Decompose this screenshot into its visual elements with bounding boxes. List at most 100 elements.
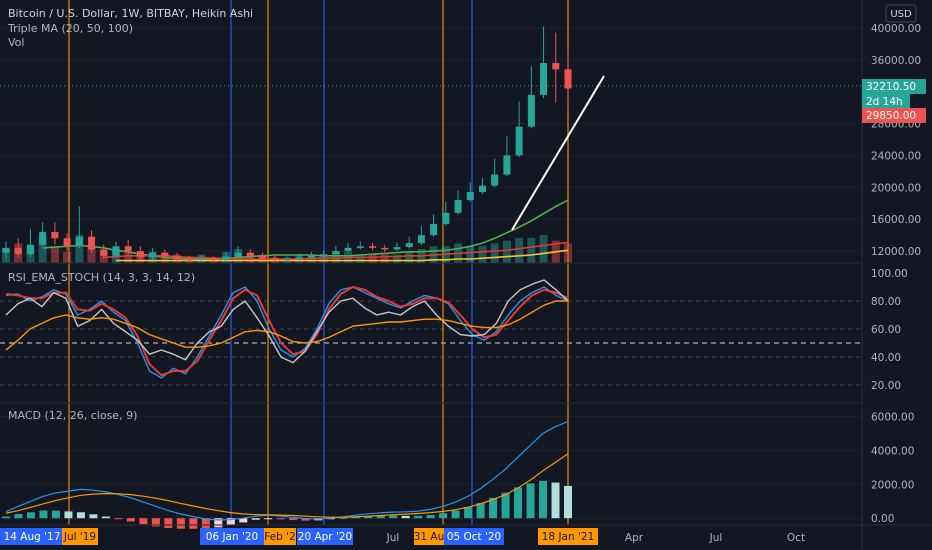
- volume-bar: [502, 240, 511, 263]
- macd-histogram-bar: [251, 518, 260, 520]
- candle-body: [100, 249, 108, 256]
- trend-line-drawing[interactable]: [511, 75, 605, 231]
- macd-histogram-bar: [126, 518, 135, 522]
- candle-body: [552, 62, 560, 70]
- candle-body: [246, 252, 254, 256]
- volume-bar: [490, 243, 499, 263]
- candle-body: [295, 257, 303, 260]
- currency-button[interactable]: USD: [885, 4, 917, 23]
- macd-panel-title[interactable]: MACD (12, 26, close, 9): [8, 409, 137, 422]
- time-tick-label: Jul: [709, 532, 723, 544]
- candle-body: [124, 246, 132, 252]
- volume-bar: [466, 246, 475, 263]
- candle-body: [63, 238, 71, 247]
- candle-body: [491, 174, 499, 186]
- candle-body: [332, 251, 340, 255]
- macd-histogram-bar: [176, 518, 185, 529]
- macd-histogram-bar: [539, 480, 548, 519]
- macd-histogram-bar: [276, 518, 285, 520]
- ma20-line: [42, 199, 569, 260]
- time-marker-label: 05 Oct '20: [447, 531, 501, 543]
- macd-histogram-bar: [89, 514, 98, 519]
- macd-histogram-bar: [114, 518, 123, 520]
- candle-body: [503, 155, 511, 175]
- time-tick-label: Apr: [625, 532, 644, 544]
- rsi-series-rsi: [5, 279, 569, 364]
- candle-body: [14, 247, 22, 255]
- time-marker-label: 14 Aug '17: [4, 531, 61, 543]
- candle-body: [234, 252, 242, 257]
- candle-body: [112, 246, 120, 256]
- symbol-title[interactable]: Bitcoin / U.S. Dollar, 1W, BITBAY, Heiki…: [8, 7, 253, 20]
- candle-body: [356, 246, 364, 248]
- volume-bar: [527, 237, 536, 263]
- rsi-axis[interactable]: 100.00 80.00 60.00 40.00 20.00: [871, 268, 908, 392]
- macd-histogram-bar: [514, 487, 523, 519]
- candle-body: [149, 252, 157, 258]
- time-marker-label: Jul '19: [63, 531, 96, 543]
- indicator-triple-ma[interactable]: Triple MA (20, 50, 100): [7, 22, 133, 35]
- volume-bar: [368, 254, 377, 263]
- countdown-label: 2d 14h: [862, 94, 910, 109]
- rsi-series-stoch-d: [5, 286, 569, 377]
- rsi-tick-label: 20.00: [871, 380, 901, 392]
- candle-body: [466, 192, 474, 201]
- currency-label: USD: [890, 9, 912, 20]
- candle-body: [75, 236, 83, 247]
- candle-body: [173, 255, 181, 260]
- macd-tick-label: 6000.00: [871, 411, 914, 423]
- macd-histogram-bar: [451, 510, 460, 519]
- macd-histogram-bar: [26, 512, 35, 519]
- price-axis[interactable]: 40000.0036000.0028000.0024000.0020000.00…: [871, 23, 921, 258]
- candle-body: [393, 247, 401, 250]
- candle-body: [259, 255, 267, 259]
- last-price-label: 32210.50: [862, 79, 926, 94]
- macd-histogram-bar: [564, 485, 572, 519]
- candle-body: [344, 247, 352, 252]
- candle-body: [430, 223, 438, 236]
- rsi-tick-label: 80.00: [871, 296, 901, 308]
- countdown-value: 2d 14h: [866, 96, 903, 108]
- time-axis[interactable]: 14 Aug '17 Jul '19 06 Jan '20 Feb '2 20 Apr …: [0, 528, 805, 545]
- low-price-value: 29850.00: [866, 110, 916, 122]
- volume-bar: [539, 235, 548, 263]
- macd-axis[interactable]: 6000.00 4000.00 2000.00 0.00: [871, 411, 914, 525]
- rsi-tick-label: 100.00: [871, 268, 908, 280]
- time-marker-label: 20 Apr '20: [298, 531, 352, 543]
- price-panel[interactable]: [0, 26, 862, 263]
- macd-histogram-bar: [289, 518, 298, 521]
- price-tick-label: 36000.00: [871, 55, 921, 67]
- macd-histogram-bar: [76, 512, 85, 519]
- volume-bar: [564, 243, 572, 263]
- candle-body: [271, 258, 279, 260]
- candle-body: [564, 69, 572, 89]
- time-marker-label: 18 Jan '21: [542, 531, 594, 543]
- chart-canvas[interactable]: 40000.0036000.0028000.0024000.0020000.00…: [0, 0, 932, 550]
- price-tick-label: 40000.00: [871, 23, 921, 35]
- rsi-panel-title[interactable]: RSI_EMA_STOCH (14, 3, 3, 14, 12): [8, 271, 195, 284]
- candle-body: [369, 246, 377, 248]
- macd-histogram-bar: [501, 492, 510, 519]
- candle-body: [161, 252, 169, 256]
- candle-body: [136, 251, 144, 258]
- candle-body: [454, 200, 462, 213]
- candle-body: [222, 256, 230, 260]
- indicator-volume[interactable]: Vol: [8, 36, 24, 49]
- candle-body: [405, 243, 413, 248]
- time-tick-label: Jul: [386, 532, 400, 544]
- macd-histogram-bar: [476, 502, 485, 519]
- candle-body: [515, 126, 523, 156]
- rsi-tick-label: 40.00: [871, 352, 901, 364]
- macd-panel[interactable]: [2, 420, 572, 529]
- macd-histogram-bar: [51, 510, 60, 519]
- volume-bar: [478, 246, 487, 263]
- time-marker-label: 31 Au: [414, 531, 445, 543]
- volume-bar: [63, 251, 72, 263]
- candle-body: [88, 236, 96, 250]
- macd-histogram-bar: [2, 516, 10, 519]
- volume-bar: [515, 237, 524, 263]
- rsi-tick-label: 60.00: [871, 324, 901, 336]
- time-tick-label: Oct: [787, 532, 805, 544]
- macd-histogram-bar: [264, 518, 273, 520]
- macd-histogram-bar: [139, 518, 148, 525]
